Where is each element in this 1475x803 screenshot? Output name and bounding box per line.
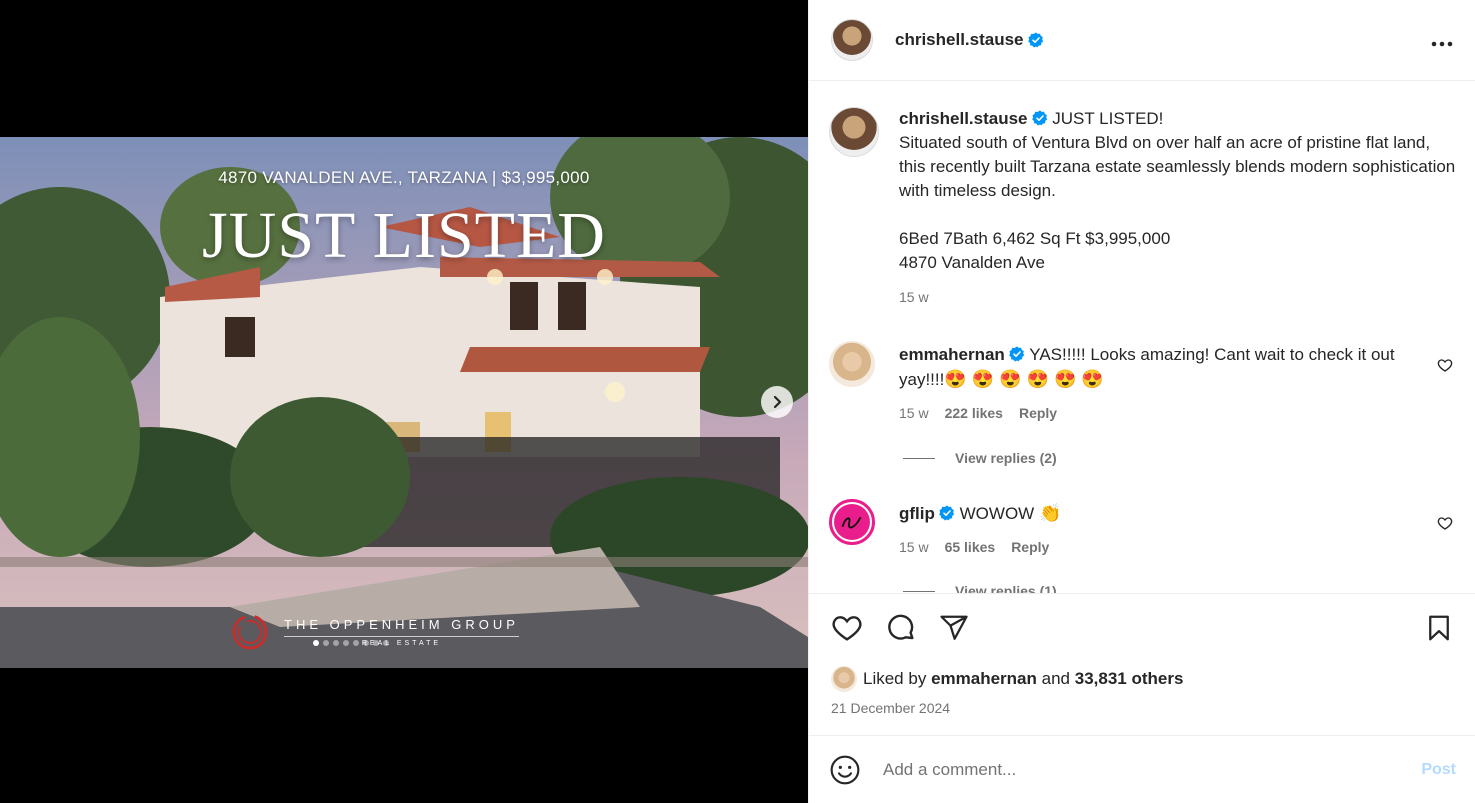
verified-badge-icon bbox=[939, 505, 954, 521]
comment-like-icon[interactable] bbox=[1437, 357, 1453, 373]
replies-divider bbox=[903, 590, 935, 592]
view-replies-button[interactable]: View replies (2) bbox=[903, 450, 1057, 466]
comments-scroll-area[interactable]: chrishell.stause JUST LISTED! Situated s… bbox=[809, 81, 1475, 593]
carousel-next-button[interactable] bbox=[761, 386, 793, 418]
caption-intro: JUST LISTED! bbox=[1052, 109, 1164, 128]
comment-item: emmahernan YAS!!!!! Looks amazing! Cant … bbox=[829, 341, 1469, 425]
liked-by-user[interactable]: emmahernan bbox=[931, 669, 1037, 689]
verified-badge-icon bbox=[1027, 32, 1043, 48]
view-replies-button[interactable]: View replies (1) bbox=[903, 583, 1057, 593]
brand-name: THE OPPENHEIM GROUP bbox=[284, 617, 519, 632]
commenter-username[interactable]: emmahernan bbox=[899, 345, 1005, 364]
caption-time: 15 w bbox=[899, 289, 929, 305]
post-actions: Liked by emmahernan and 33,831 others 21… bbox=[809, 593, 1475, 735]
gflip-logo-icon bbox=[834, 504, 870, 540]
post-panel: chrishell.stause chrishell.stause JUST L… bbox=[808, 0, 1475, 803]
post-header: chrishell.stause bbox=[809, 0, 1475, 81]
comment-time: 15 w bbox=[899, 405, 929, 421]
commenter-username[interactable]: gflip bbox=[899, 504, 935, 523]
carousel-dot bbox=[363, 640, 369, 646]
carousel-dots bbox=[313, 640, 389, 646]
comment-item: gflip WOWOW 👏 15 w 65 likes Reply bbox=[829, 499, 1469, 559]
caption-details-2: 4870 Vanalden Ave bbox=[899, 253, 1045, 272]
caption-body-text: Situated south of Ventura Blvd on over h… bbox=[899, 133, 1456, 200]
comment-time: 15 w bbox=[899, 539, 929, 555]
comment-composer: Post bbox=[809, 735, 1475, 803]
liked-by-others[interactable]: 33,831 others bbox=[1075, 669, 1184, 689]
author-avatar[interactable] bbox=[831, 19, 873, 61]
comment-input[interactable] bbox=[883, 759, 1422, 780]
emoji-smiley-icon[interactable] bbox=[829, 754, 861, 786]
more-horizontal-icon bbox=[1431, 41, 1453, 47]
share-send-icon[interactable] bbox=[939, 613, 969, 643]
comment-reply-button[interactable]: Reply bbox=[1011, 535, 1049, 559]
comment-reply-button[interactable]: Reply bbox=[1019, 401, 1057, 425]
caption-avatar[interactable] bbox=[829, 107, 879, 157]
carousel-dot bbox=[313, 640, 319, 646]
comment-text: WOWOW bbox=[959, 504, 1035, 523]
comment-emojis: 😍 😍 😍 😍 😍 😍 bbox=[944, 369, 1104, 389]
post-comment-button[interactable]: Post bbox=[1421, 761, 1456, 779]
comment-like-icon[interactable] bbox=[1437, 515, 1453, 531]
commenter-avatar[interactable] bbox=[829, 499, 875, 545]
media-viewer: 4870 VANALDEN AVE., TARZANA | $3,995,000… bbox=[0, 0, 808, 803]
chevron-right-icon bbox=[773, 395, 782, 409]
overlay-address: 4870 VANALDEN AVE., TARZANA | $3,995,000 bbox=[218, 168, 590, 187]
bookmark-save-icon[interactable] bbox=[1424, 613, 1454, 643]
brand-watermark: THE OPPENHEIM GROUP REAL ESTATE bbox=[230, 612, 519, 652]
carousel-dot bbox=[343, 640, 349, 646]
oppenheim-logo-icon bbox=[232, 614, 268, 650]
replies-divider bbox=[903, 457, 935, 459]
view-replies-label: View replies (1) bbox=[955, 583, 1057, 593]
liked-by-avatar[interactable] bbox=[831, 666, 857, 692]
comment-likes[interactable]: 222 likes bbox=[945, 401, 1003, 425]
comment-emojis: 👏 bbox=[1038, 503, 1062, 523]
comment-likes[interactable]: 65 likes bbox=[945, 535, 996, 559]
verified-badge-icon bbox=[1031, 110, 1047, 126]
post-caption: chrishell.stause JUST LISTED! Situated s… bbox=[829, 107, 1459, 309]
more-options-button[interactable] bbox=[1431, 27, 1453, 53]
liked-by-and: and bbox=[1041, 669, 1070, 688]
carousel-dot bbox=[323, 640, 329, 646]
comment-bubble-icon[interactable] bbox=[885, 612, 917, 644]
carousel-dot bbox=[353, 640, 359, 646]
carousel-dot bbox=[333, 640, 339, 646]
overlay-title: JUST LISTED bbox=[202, 199, 606, 272]
view-replies-label: View replies (2) bbox=[955, 450, 1057, 466]
carousel-dot bbox=[373, 640, 379, 646]
carousel-dot bbox=[383, 640, 389, 646]
liked-by-prefix: Liked by bbox=[863, 669, 927, 688]
commenter-avatar[interactable] bbox=[829, 341, 875, 387]
liked-by: Liked by emmahernan and 33,831 others bbox=[809, 666, 1475, 692]
verified-badge-icon bbox=[1009, 346, 1024, 362]
caption-username[interactable]: chrishell.stause bbox=[899, 109, 1028, 128]
post-date: 21 December 2024 bbox=[831, 700, 951, 716]
like-heart-icon[interactable] bbox=[831, 612, 863, 644]
caption-details-1: 6Bed 7Bath 6,462 Sq Ft $3,995,000 bbox=[899, 229, 1171, 248]
author-username[interactable]: chrishell.stause bbox=[895, 30, 1024, 50]
